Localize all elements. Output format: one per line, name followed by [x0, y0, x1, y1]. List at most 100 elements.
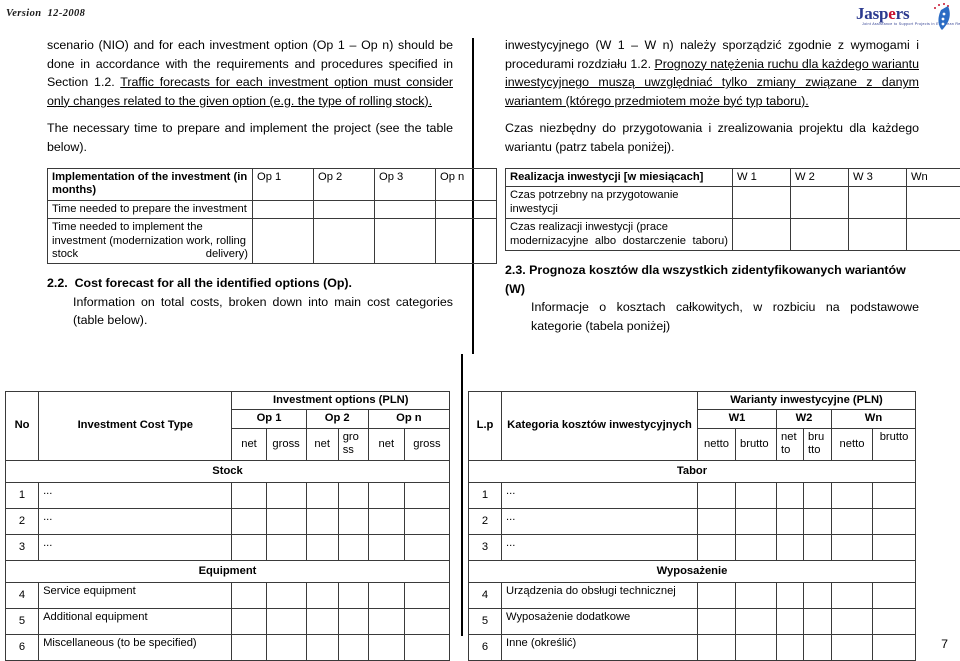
kategoria-row-cell[interactable]: [736, 509, 777, 535]
kategoria-row-cell[interactable]: [873, 535, 916, 561]
table-row: Realizacja inwestycji [w miesiącach] W 1…: [506, 169, 960, 187]
realizacja-cell[interactable]: [791, 187, 849, 219]
table-row: No Investment Cost Type Investment optio…: [6, 392, 450, 410]
cost-row-cell[interactable]: [404, 609, 449, 635]
time-table-cell[interactable]: [375, 200, 436, 218]
kategoria-row-cell[interactable]: [832, 609, 873, 635]
cost-row-cell[interactable]: [266, 635, 306, 661]
cost-row-cell[interactable]: [338, 583, 368, 609]
kategoria-row-cell[interactable]: [873, 483, 916, 509]
kategoria-row-type: Urządzenia do obsługi technicznej: [502, 583, 698, 609]
kategoria-row-cell[interactable]: [698, 609, 736, 635]
kategoria-row-cell[interactable]: [804, 635, 832, 661]
kategoria-row-cell[interactable]: [777, 535, 804, 561]
kategoria-row-cell[interactable]: [698, 509, 736, 535]
cost-row-cell[interactable]: [306, 509, 338, 535]
kategoria-row-type: ...: [502, 509, 698, 535]
cost-row-cell[interactable]: [306, 583, 338, 609]
kategoria-row-cell[interactable]: [832, 583, 873, 609]
cost-row-cell[interactable]: [266, 583, 306, 609]
cost-row-cell[interactable]: [338, 535, 368, 561]
cost-row-cell[interactable]: [404, 535, 449, 561]
cost-row-cell[interactable]: [338, 509, 368, 535]
page-body: scenario (NIO) and for each investment o…: [0, 36, 960, 636]
cost-row-cell[interactable]: [368, 609, 404, 635]
time-table-cell[interactable]: [314, 200, 375, 218]
cost-row-cell[interactable]: [338, 609, 368, 635]
table-row: Time needed to implement the investment …: [48, 219, 497, 264]
cost-row-cell[interactable]: [404, 483, 449, 509]
kategoria-row-cell[interactable]: [736, 535, 777, 561]
kategoria-row-cell[interactable]: [777, 609, 804, 635]
cost-row-cell[interactable]: [404, 509, 449, 535]
cost-row-cell[interactable]: [404, 583, 449, 609]
cost-row-cell[interactable]: [232, 609, 266, 635]
realizacja-cell[interactable]: [907, 219, 960, 251]
kategoria-row-cell[interactable]: [804, 483, 832, 509]
cost-row-cell[interactable]: [306, 635, 338, 661]
cost-row-cell[interactable]: [368, 483, 404, 509]
kategoria-row-cell[interactable]: [777, 635, 804, 661]
cost-row-cell[interactable]: [404, 635, 449, 661]
realizacja-cell[interactable]: [791, 219, 849, 251]
kategoria-row-cell[interactable]: [804, 509, 832, 535]
cost-row-cell[interactable]: [266, 609, 306, 635]
cost-row-cell[interactable]: [368, 635, 404, 661]
kategoria-row-cell[interactable]: [777, 483, 804, 509]
kategoria-row-cell[interactable]: [777, 509, 804, 535]
cost-row-cell[interactable]: [306, 483, 338, 509]
kategoria-row-cell[interactable]: [873, 583, 916, 609]
right-column-polish: inwestycyjnego (W 1 – W n) należy sporzą…: [505, 36, 919, 335]
cost-row-cell[interactable]: [338, 635, 368, 661]
time-table-cell[interactable]: [253, 200, 314, 218]
realizacja-cell[interactable]: [733, 187, 791, 219]
cost-row-cell[interactable]: [232, 483, 266, 509]
realizacja-cell[interactable]: [849, 187, 907, 219]
cost-row-cell[interactable]: [338, 483, 368, 509]
cost-row-cell[interactable]: [232, 535, 266, 561]
kategoria-row-cell[interactable]: [804, 583, 832, 609]
cost-row-cell[interactable]: [232, 583, 266, 609]
cost-row-cell[interactable]: [306, 609, 338, 635]
kategoria-row-cell[interactable]: [698, 535, 736, 561]
kategoria-row-cell[interactable]: [804, 609, 832, 635]
kategoria-row-cell[interactable]: [736, 635, 777, 661]
time-table-cell[interactable]: [436, 200, 497, 218]
kategoria-row-cell[interactable]: [832, 483, 873, 509]
cost-row-cell[interactable]: [266, 509, 306, 535]
kategoria-row-cell[interactable]: [777, 583, 804, 609]
realizacja-cell[interactable]: [907, 187, 960, 219]
kategoria-row-cell[interactable]: [698, 635, 736, 661]
kategoria-row-cell[interactable]: [832, 635, 873, 661]
time-table-cell[interactable]: [314, 219, 375, 264]
kategoria-row-cell[interactable]: [873, 635, 916, 661]
kategoria-row-cell[interactable]: [698, 483, 736, 509]
kategoria-row-cell[interactable]: [736, 583, 777, 609]
kategoria-row-cell[interactable]: [873, 509, 916, 535]
kategoria-row-cell[interactable]: [698, 583, 736, 609]
kategoria-row-cell[interactable]: [804, 535, 832, 561]
time-table-cell[interactable]: [253, 219, 314, 264]
table-row: L.p Kategoria kosztów inwestycyjnych War…: [469, 392, 916, 410]
time-table-cell[interactable]: [436, 219, 497, 264]
cost-row-cell[interactable]: [306, 535, 338, 561]
cost-row-cell[interactable]: [368, 583, 404, 609]
kategoria-row-cell[interactable]: [736, 483, 777, 509]
time-table-cell[interactable]: [375, 219, 436, 264]
cost-row-cell[interactable]: [368, 509, 404, 535]
version-header: Version 12-2008: [6, 8, 85, 19]
kategoria-row-cell[interactable]: [832, 509, 873, 535]
cost-row-cell[interactable]: [368, 535, 404, 561]
cost-row-cell[interactable]: [266, 483, 306, 509]
kategoria-row-cell[interactable]: [832, 535, 873, 561]
cost-row-cell[interactable]: [232, 509, 266, 535]
realizacja-cell[interactable]: [733, 219, 791, 251]
cost-row-cell[interactable]: [232, 635, 266, 661]
kategoria-row-cell[interactable]: [873, 609, 916, 635]
table-row: 1 ...: [469, 483, 916, 509]
cost-header-group: Investment options (PLN): [232, 392, 450, 410]
cost-row-cell[interactable]: [266, 535, 306, 561]
realizacja-row-realizacja: Czas realizacji inwestycji (prace modern…: [506, 219, 733, 251]
realizacja-cell[interactable]: [849, 219, 907, 251]
kategoria-row-cell[interactable]: [736, 609, 777, 635]
